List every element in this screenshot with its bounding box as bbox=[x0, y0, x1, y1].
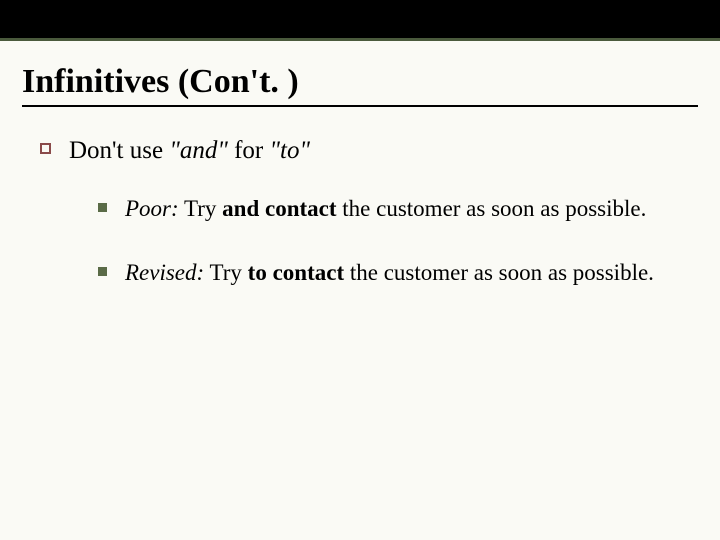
bullet-level2-poor: Poor: Try and contact the customer as so… bbox=[98, 194, 680, 224]
square-outline-bullet-icon bbox=[40, 143, 51, 154]
text-middle: for bbox=[228, 137, 270, 164]
revised-before: Try bbox=[204, 260, 247, 285]
label-poor: Poor: bbox=[125, 196, 179, 221]
poor-example-text: Poor: Try and contact the customer as so… bbox=[125, 194, 646, 224]
text-prefix: Don't use bbox=[69, 137, 169, 164]
square-fill-bullet-icon bbox=[98, 203, 107, 212]
poor-after: the customer as soon as possible. bbox=[337, 196, 647, 221]
revised-after: the customer as soon as possible. bbox=[344, 260, 654, 285]
bullet-level2-revised: Revised: Try to contact the customer as … bbox=[98, 258, 680, 288]
revised-bold: to contact bbox=[248, 260, 344, 285]
title-underline bbox=[22, 105, 698, 107]
top-black-band bbox=[0, 0, 720, 38]
poor-bold: and contact bbox=[222, 196, 336, 221]
poor-before: Try bbox=[179, 196, 222, 221]
label-revised: Revised: bbox=[125, 260, 204, 285]
revised-example-text: Revised: Try to contact the customer as … bbox=[125, 258, 654, 288]
text-italic-and: "and" bbox=[169, 137, 228, 164]
title-area: Infinitives (Con't. ) bbox=[0, 41, 720, 113]
slide-content: Don't use "and" for "to" Poor: Try and c… bbox=[0, 113, 720, 288]
slide-title: Infinitives (Con't. ) bbox=[22, 63, 698, 101]
text-italic-to: "to" bbox=[270, 137, 310, 164]
square-fill-bullet-icon bbox=[98, 267, 107, 276]
bullet-level1: Don't use "and" for "to" bbox=[40, 135, 680, 166]
main-point-text: Don't use "and" for "to" bbox=[69, 135, 310, 166]
